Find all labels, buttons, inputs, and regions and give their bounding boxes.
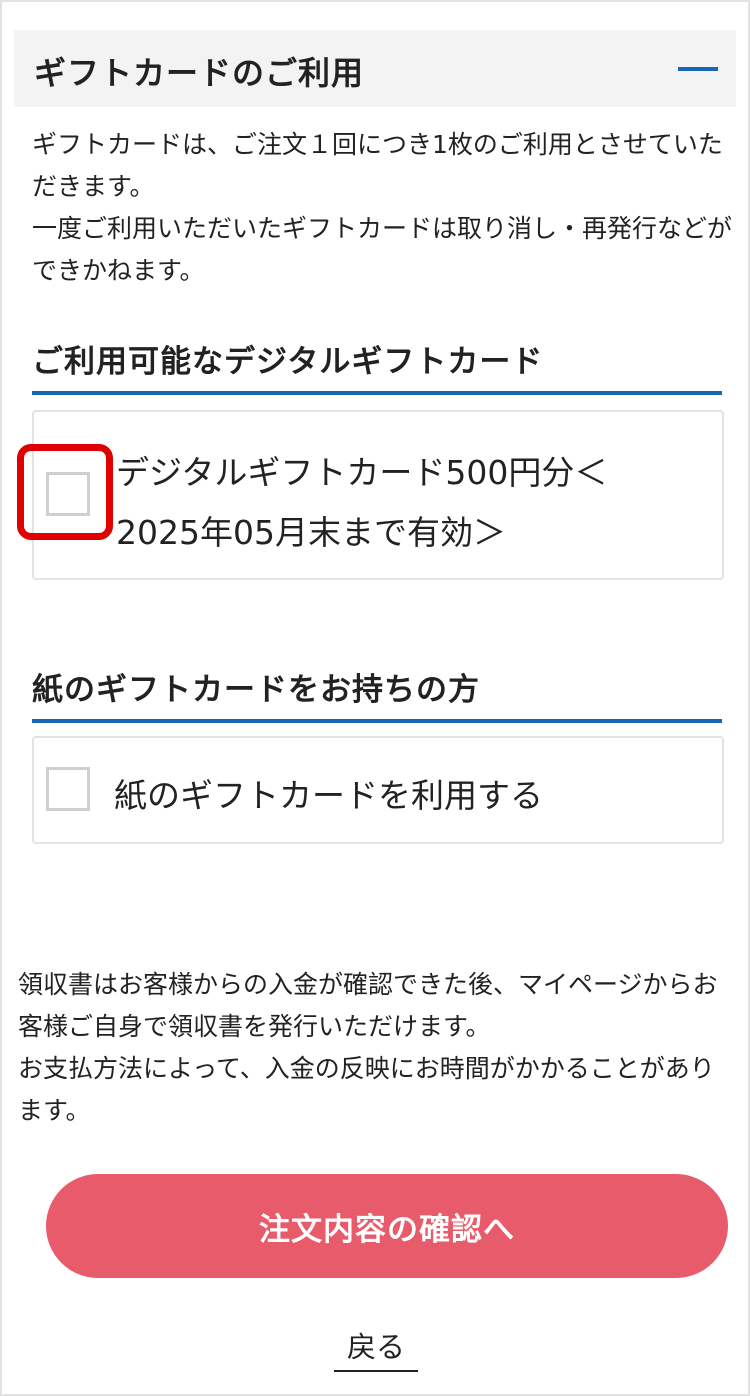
paper-gift-card-heading: 紙のギフトカードをお持ちの方 (32, 664, 722, 723)
digital-gift-card-label-line1: デジタルギフトカード500円分＜ (116, 453, 608, 492)
paper-gift-card-checkbox[interactable] (46, 767, 90, 811)
section-title: ギフトカードのご利用 (34, 54, 365, 92)
paper-gift-card-label: 紙のギフトカードを利用する (114, 776, 543, 815)
intro-line: ギフトカードは、ご注文１回につき1枚のご利用とさせていただきます。 (32, 130, 723, 201)
checkbox-highlight-frame (17, 444, 113, 540)
minus-icon[interactable] (678, 67, 718, 71)
paper-gift-card-option[interactable]: 紙のギフトカードを利用する (32, 736, 724, 844)
receipt-note: 領収書はお客様からの入金が確認できた後、マイページからお客様ご自身で領収書を発行… (18, 964, 734, 1132)
receipt-note-line: お支払方法によって、入金の反映にお時間がかかることがあります。 (18, 1054, 715, 1125)
intro-line: 一度ご利用いただいたギフトカードは取り消し・再発行などができかねます。 (32, 214, 733, 285)
digital-gift-card-option[interactable]: デジタルギフトカード500円分＜ 2025年05月末まで有効＞ (32, 410, 724, 580)
digital-gift-card-label-line2: 2025年05月末まで有効＞ (116, 513, 506, 552)
gift-card-intro: ギフトカードは、ご注文１回につき1枚のご利用とさせていただきます。 一度ご利用い… (32, 124, 732, 292)
digital-gift-card-heading: ご利用可能なデジタルギフトカード (32, 336, 722, 395)
back-link[interactable]: 戻る (334, 1324, 418, 1372)
receipt-note-line: 領収書はお客様からの入金が確認できた後、マイページからお客様ご自身で領収書を発行… (18, 970, 718, 1041)
gift-card-section-header[interactable]: ギフトカードのご利用 (14, 30, 736, 107)
page-frame: ギフトカードのご利用 ギフトカードは、ご注文１回につき1枚のご利用とさせていただ… (0, 0, 750, 1396)
confirm-order-button[interactable]: 注文内容の確認へ (46, 1174, 728, 1278)
